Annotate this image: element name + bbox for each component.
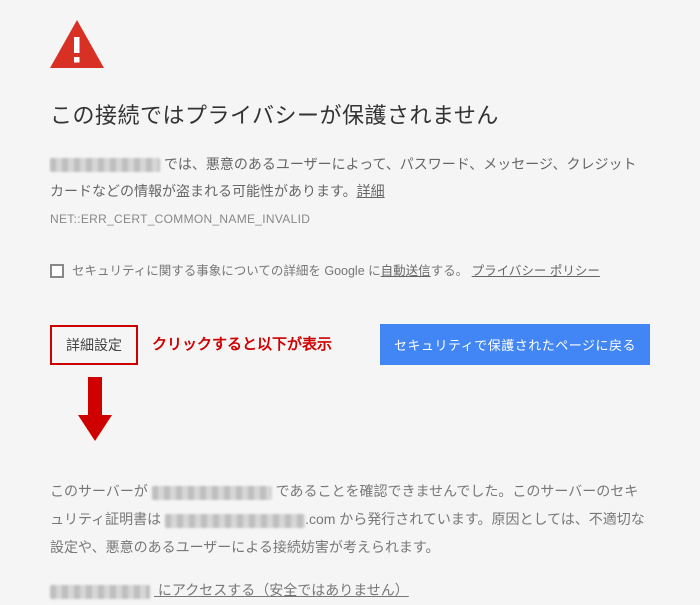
autosend-link[interactable]: 自動送信	[381, 264, 431, 278]
redacted-issuer	[165, 514, 305, 528]
warning-description: では、悪意のあるユーザーによって、パスワード、メッセージ、クレジット カードなど…	[50, 151, 650, 204]
opt-in-text: セキュリティに関する事象についての詳細を Google に自動送信する。 プライ…	[72, 262, 600, 281]
arrow-down-icon	[78, 377, 650, 441]
proceed-line: にアクセスする（安全ではありません）	[50, 579, 650, 601]
error-code: NET::ERR_CERT_COMMON_NAME_INVALID	[50, 210, 650, 229]
annotation-note: クリックすると以下が表示	[152, 333, 366, 357]
advanced-button[interactable]: 詳細設定	[50, 325, 138, 365]
opt-in-checkbox[interactable]	[50, 264, 64, 278]
redacted-domain	[50, 158, 160, 172]
action-row: 詳細設定 クリックすると以下が表示 セキュリティで保護されたページに戻る	[50, 324, 650, 365]
privacy-policy-link[interactable]: プライバシー ポリシー	[472, 264, 600, 278]
proceed-anyway-link[interactable]: にアクセスする（安全ではありません）	[154, 582, 409, 598]
back-to-safety-button[interactable]: セキュリティで保護されたページに戻る	[380, 324, 650, 365]
redacted-domain-2	[152, 486, 272, 500]
opt-in-row: セキュリティに関する事象についての詳細を Google に自動送信する。 プライ…	[50, 262, 650, 281]
redacted-domain-3	[50, 585, 150, 599]
advanced-detail-text: このサーバーが であることを確認できませんでした。このサーバーのセキュリティ証明…	[50, 477, 650, 561]
page-title: この接続ではプライバシーが保護されません	[50, 98, 650, 133]
learn-more-link[interactable]: 詳細	[357, 183, 385, 199]
warning-triangle-icon	[50, 20, 650, 68]
